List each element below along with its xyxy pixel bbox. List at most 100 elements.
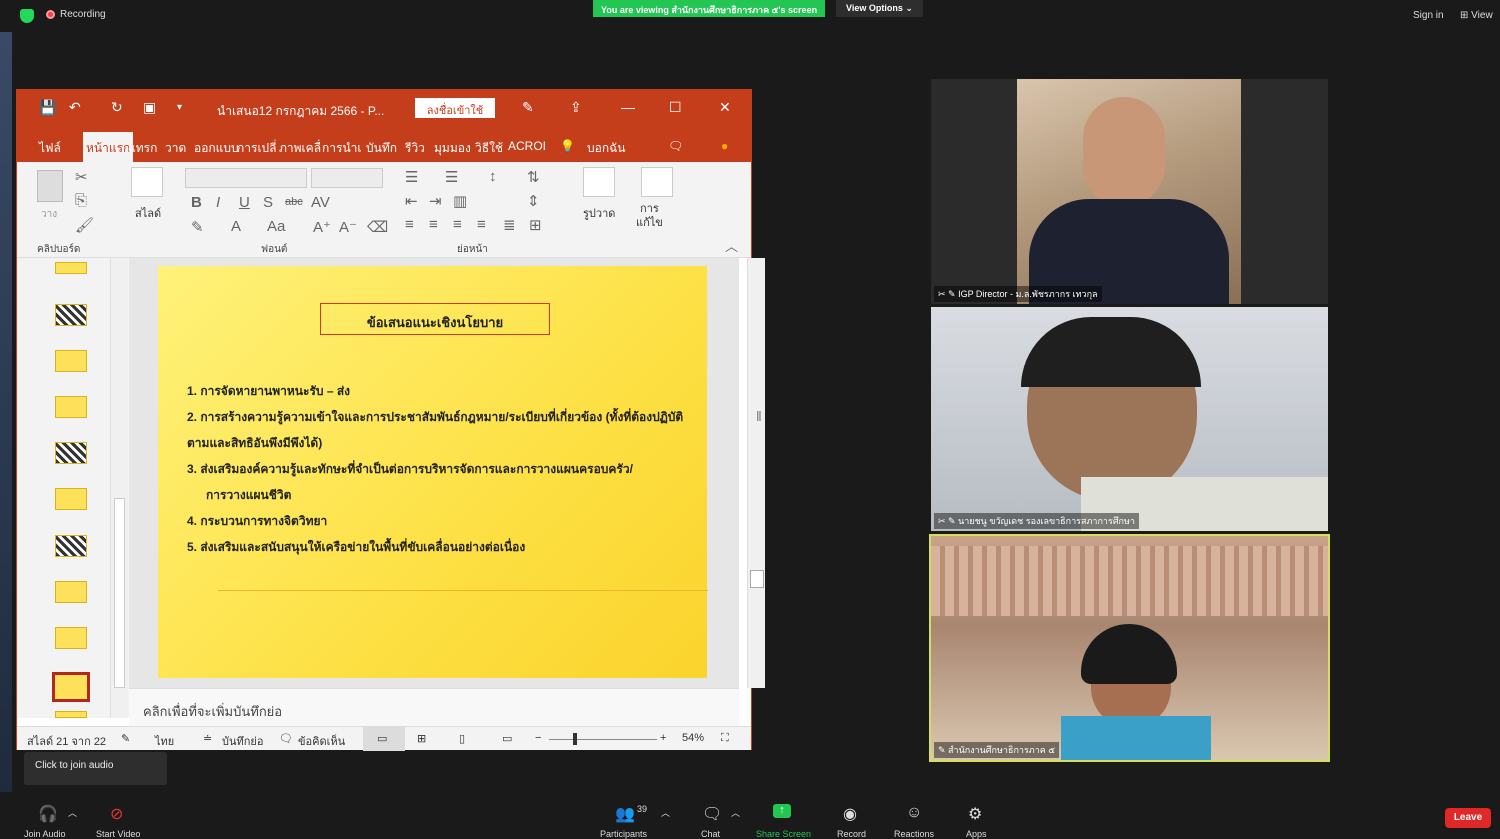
paste-icon[interactable]	[37, 170, 63, 202]
align-text-icon[interactable]: ⇕	[527, 192, 540, 210]
headphones-icon[interactable]: 🎧	[38, 804, 58, 824]
tab-insert[interactable]: แทรก	[128, 139, 157, 158]
maximize-icon[interactable]: ☐	[669, 99, 682, 116]
recording-indicator[interactable]: Recording	[46, 9, 106, 20]
minimize-icon[interactable]: —	[621, 99, 635, 115]
justify-icon[interactable]: ≡	[477, 216, 486, 233]
font-size-select[interactable]	[311, 168, 383, 188]
chat-chevron-icon[interactable]: ︿	[731, 806, 740, 819]
smartart-icon[interactable]: ⊞	[529, 216, 542, 234]
redo-icon[interactable]: ↻	[111, 99, 123, 116]
present-icon[interactable]: ▣	[143, 99, 156, 116]
increase-indent-icon[interactable]: ⇥	[429, 192, 442, 210]
customize-toolbar-icon[interactable]: ▾	[177, 102, 182, 113]
columns-icon[interactable]: ▥	[453, 192, 467, 210]
pen-icon[interactable]: ✎	[522, 99, 534, 116]
thumbnail-scroll-thumb[interactable]	[114, 498, 125, 688]
share-screen-icon[interactable]: ↑	[773, 804, 791, 818]
thumbnail-scrollbar[interactable]	[110, 258, 128, 718]
text-direction-icon[interactable]: ⇅	[527, 168, 540, 186]
align-left-icon[interactable]: ≡	[405, 216, 414, 233]
audio-options-chevron-icon[interactable]: ︿	[68, 806, 77, 819]
comments-icon[interactable]: 🗨	[668, 139, 683, 153]
undo-icon[interactable]: ↶	[69, 99, 81, 116]
tab-animations[interactable]: ภาพเคลื่	[279, 139, 321, 158]
slide-thumbnail[interactable]	[55, 627, 87, 649]
new-slide-icon[interactable]	[131, 167, 163, 197]
shadow-icon[interactable]: S	[263, 194, 273, 211]
line-spacing-icon[interactable]: ↕	[489, 168, 497, 185]
tab-draw[interactable]: วาด	[165, 139, 186, 158]
apps-icon[interactable]: ⚙	[968, 804, 982, 824]
clear-format-icon[interactable]: ⌫	[367, 218, 388, 236]
lightbulb-icon[interactable]: 💡	[560, 139, 575, 153]
slide-thumbnail[interactable]	[55, 262, 87, 274]
tab-view[interactable]: มุมมอง	[434, 139, 471, 158]
highlight-icon[interactable]: ✎	[191, 218, 204, 236]
zoom-in-icon[interactable]: +	[660, 732, 666, 744]
bullets-icon[interactable]: ☰	[405, 168, 418, 186]
participants-icon[interactable]: 👥	[615, 804, 635, 824]
slide-thumbnail[interactable]	[55, 304, 87, 326]
align-right-icon[interactable]: ≡	[453, 216, 462, 233]
grow-font-icon[interactable]: A⁺	[313, 218, 331, 236]
splitter-handle[interactable]: ‖	[756, 408, 762, 424]
change-case-icon[interactable]: Aa	[267, 218, 285, 235]
decrease-indent-icon[interactable]: ⇤	[405, 192, 418, 210]
slide-thumbnail[interactable]	[55, 711, 87, 718]
slide-thumbnail-selected[interactable]	[52, 672, 90, 702]
accessibility-icon[interactable]: ✎	[121, 732, 130, 745]
participant-video-2[interactable]: ✂ ✎ นายชนู ขวัญเดช รองเลขาธิการสภาการศึก…	[931, 307, 1328, 531]
font-color-icon[interactable]: A	[231, 218, 241, 235]
sign-in-link[interactable]: Sign in	[1413, 10, 1444, 21]
view-button[interactable]: ⊞ View	[1460, 10, 1493, 21]
shapes-icon[interactable]	[583, 167, 615, 197]
shield-icon[interactable]	[20, 9, 34, 23]
tab-acrobat[interactable]: ACROI	[508, 139, 546, 153]
cut-icon[interactable]: ✂	[75, 168, 88, 186]
slide-thumbnail[interactable]	[55, 396, 87, 418]
shrink-font-icon[interactable]: A⁻	[339, 218, 357, 236]
slide-thumbnail[interactable]	[55, 488, 87, 510]
tab-help[interactable]: วิธีใช้	[475, 139, 503, 158]
copy-icon[interactable]: ⎘	[75, 192, 87, 209]
slide-thumbnail[interactable]	[55, 350, 87, 372]
comments-toggle[interactable]: ข้อคิดเห็น	[298, 732, 345, 750]
slide-sorter-icon[interactable]: ⊞	[417, 732, 426, 745]
zoom-slider-thumb[interactable]	[573, 733, 577, 745]
fit-slide-icon[interactable]: ⛶	[721, 732, 729, 745]
chat-icon[interactable]: 🗨	[702, 804, 722, 824]
tell-me-search[interactable]: บอกฉัน	[587, 139, 625, 158]
slide-thumbnail[interactable]	[55, 442, 87, 464]
slideshow-icon[interactable]: ▭	[502, 732, 512, 745]
tab-transitions[interactable]: การเปลี่	[237, 139, 277, 158]
distributed-icon[interactable]: ≣	[503, 216, 516, 234]
participants-chevron-icon[interactable]: ︿	[661, 806, 670, 819]
tab-review[interactable]: รีวิว	[405, 139, 425, 158]
sign-in-button[interactable]: ลงชื่อเข้าใช้	[415, 98, 495, 118]
zoom-level[interactable]: 54%	[682, 732, 704, 744]
comments-toggle-icon[interactable]: 🗨	[279, 732, 293, 745]
collapse-ribbon-icon[interactable]: ︿	[725, 236, 738, 255]
slide-scrollbar[interactable]	[747, 258, 765, 688]
close-icon[interactable]: ✕	[719, 99, 731, 116]
participant-video-3-active-speaker[interactable]: ✎ สำนักงานศึกษาธิการภาค ๕	[929, 534, 1330, 762]
strikethrough-icon[interactable]: abc	[285, 196, 303, 208]
zoom-slider[interactable]	[549, 739, 657, 740]
tab-slideshow[interactable]: การนำเ	[322, 139, 362, 158]
font-name-select[interactable]	[185, 168, 307, 188]
slide-scroll-thumb[interactable]	[750, 570, 764, 588]
format-painter-icon[interactable]: 🖌	[75, 216, 94, 234]
language-indicator[interactable]: ไทย	[155, 732, 174, 750]
participant-video-1[interactable]: ✂ ✎ IGP Director - ม.ล.พัชรภากร เทวกุล	[931, 79, 1328, 304]
reactions-icon[interactable]: ☺	[906, 804, 922, 822]
slide-thumbnail[interactable]	[55, 581, 87, 603]
slide-thumbnail[interactable]	[55, 535, 87, 557]
tab-file[interactable]: ไฟล์	[39, 139, 61, 158]
reading-view-icon[interactable]: ▯	[459, 732, 465, 745]
notes-toggle-icon[interactable]: ≐	[203, 732, 212, 745]
bold-icon[interactable]: B	[191, 194, 202, 211]
find-icon[interactable]	[641, 167, 673, 197]
leave-button[interactable]: Leave	[1445, 808, 1491, 828]
notes-toggle[interactable]: บันทึกย่อ	[222, 732, 263, 750]
